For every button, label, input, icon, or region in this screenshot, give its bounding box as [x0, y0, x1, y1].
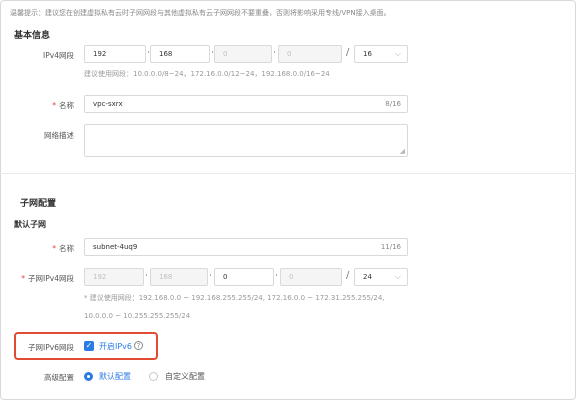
ipv4-dot: · [145, 271, 148, 281]
ipv4-dot: · [275, 271, 278, 281]
section-divider [0, 173, 576, 174]
vpc-name-value: vpc-sxrx [93, 100, 123, 108]
tip-text: 温馨提示：建议您在创建虚拟私有云时子网网段与其他虚拟私有云子网网段不要重叠，否则… [10, 9, 391, 17]
ipv4-label: IPv4网段 [43, 51, 74, 60]
subnet-name-label: * 名称 [4, 243, 74, 254]
mask-slash: / [346, 47, 350, 58]
help-icon[interactable]: ? [134, 341, 143, 350]
ipv4-octet-2[interactable]: 168 [150, 45, 210, 63]
advanced-label: 高级配置 [44, 373, 74, 382]
ipv6-checkbox[interactable]: ✓ [84, 341, 94, 351]
subnet-octet-1: 192 [84, 268, 144, 286]
subnet-ipv4-label-text: 子网IPv4网段 [28, 274, 74, 283]
radio-custom-config[interactable] [149, 372, 158, 381]
default-subnet-title: 默认子网 [14, 220, 46, 229]
ipv6-label: 子网IPv6网段 [28, 343, 74, 352]
resize-handle-icon[interactable]: ◢ [400, 147, 405, 155]
radio-default-config[interactable] [84, 372, 93, 381]
desc-label: 网络描述 [44, 131, 74, 140]
ipv4-octet-4: 0 [278, 45, 342, 63]
name-label-text: 名称 [59, 101, 74, 110]
vpc-name-count: 8/16 [385, 100, 401, 108]
subnet-octet-3[interactable]: 0 [214, 268, 274, 286]
subnet-hint-line2: 10.0.0.0 ~ 10.255.255.255/24 [84, 312, 191, 320]
radio-default-config-label[interactable]: 默认配置 [99, 371, 131, 382]
subnet-mask-value: 24 [363, 273, 372, 281]
required-mark: * [21, 274, 26, 283]
basic-info-title: 基本信息 [14, 31, 51, 41]
ipv4-dot: · [209, 271, 212, 281]
mask-slash: / [346, 270, 350, 281]
ipv6-checkbox-label[interactable]: 开启IPv6 [99, 341, 132, 352]
required-mark: * [52, 244, 56, 253]
ipv4-hint: 建议使用网段：10.0.0.0/8~24，172.16.0.0/12~24，19… [84, 70, 330, 78]
subnet-name-input[interactable]: subnet-4uq9 11/16 [84, 238, 408, 256]
chevron-down-icon: ⌵ [394, 49, 401, 58]
vpc-name-input[interactable]: vpc-sxrx 8/16 [84, 95, 408, 113]
subnet-name-count: 11/16 [380, 243, 401, 251]
ipv4-octet-3: 0 [214, 45, 272, 63]
ipv4-dot: · [273, 48, 276, 58]
name-label: * 名称 [4, 100, 74, 111]
ipv4-mask-value: 16 [363, 50, 372, 58]
subnet-name-value: subnet-4uq9 [93, 243, 138, 251]
radio-custom-config-label[interactable]: 自定义配置 [165, 371, 205, 382]
subnet-ipv4-label: * 子网IPv4网段 [4, 273, 74, 284]
subnet-name-label-text: 名称 [59, 244, 74, 253]
subnet-octet-4: 0 [280, 268, 342, 286]
subnet-hint-line1: * 建议使用网段：192.168.0.0 ~ 192.168.255.255/2… [84, 294, 385, 302]
required-mark: * [52, 101, 56, 110]
subnet-mask-select[interactable]: 24 ⌵ [354, 268, 408, 286]
description-textarea[interactable]: ◢ [84, 124, 408, 157]
subnet-octet-2: 168 [150, 268, 208, 286]
subnet-config-title: 子网配置 [20, 199, 57, 209]
chevron-down-icon: ⌵ [394, 272, 401, 281]
ipv4-octet-1[interactable]: 192 [84, 45, 146, 63]
ipv4-mask-select[interactable]: 16 ⌵ [354, 45, 408, 63]
